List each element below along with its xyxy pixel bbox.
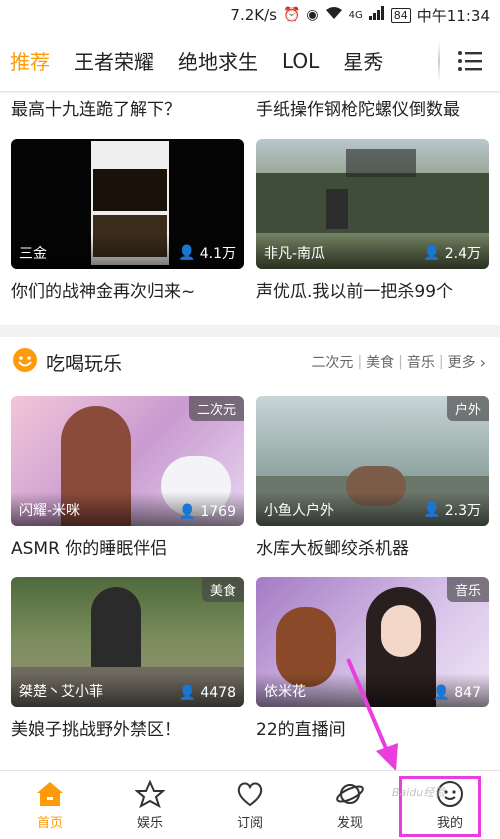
view-count: 👤 2.3万: [423, 502, 481, 519]
video-thumbnail[interactable]: 非凡-南瓜 👤 2.4万: [256, 139, 489, 269]
nav-entertainment[interactable]: 娱乐: [100, 771, 200, 839]
wifi-icon: [325, 6, 343, 24]
battery-indicator: 84: [390, 7, 411, 23]
watermark: Baidu经验: [392, 786, 446, 799]
tab-pubg[interactable]: 绝地求生: [178, 46, 258, 75]
uploader-name: 三金: [19, 246, 47, 262]
link-anime[interactable]: 二次元: [311, 352, 353, 372]
uploader-name: 桀楚丶艾小菲: [19, 684, 103, 700]
partial-card-title[interactable]: 最高十九连跪了解下？: [11, 95, 244, 120]
link-more[interactable]: 更多: [448, 352, 476, 372]
signal-icon: [368, 6, 385, 24]
section-header: 吃喝玩乐 二次元 | 美食 | 音乐 | 更多 ›: [0, 337, 500, 387]
nav-label: 发现: [336, 815, 363, 831]
clock: 中午11:34: [416, 6, 490, 25]
feed-section-food-fun: 吃喝玩乐 二次元 | 美食 | 音乐 | 更多 › 二次元 闪耀-米咪 👤 17…: [0, 337, 500, 770]
video-thumbnail[interactable]: 户外 小鱼人户外 👤 2.3万: [256, 396, 489, 526]
eye-icon: ◉: [306, 7, 319, 23]
link-food[interactable]: 美食: [366, 352, 394, 372]
video-title[interactable]: 美娘子挑战野外禁区！: [11, 715, 244, 740]
list-menu-icon: [458, 50, 482, 71]
video-card[interactable]: 非凡-南瓜 👤 2.4万 声优瓜.我以前一把杀99个: [256, 139, 489, 302]
video-card[interactable]: 户外 小鱼人户外 👤 2.3万 水库大板鲫绞杀机器: [256, 396, 489, 559]
status-bar: 7.2K/s ⏰ ◉ 4G 84 中午11:34: [0, 0, 500, 30]
uploader-name: 闪耀-米咪: [19, 503, 81, 519]
planet-icon: [336, 783, 364, 804]
tab-list: 推荐 王者荣耀 绝地求生 LOL 星秀: [0, 30, 438, 91]
category-badge: 户外: [446, 396, 489, 421]
tab-star-show[interactable]: 星秀: [343, 46, 383, 75]
view-count: 👤 2.4万: [423, 245, 481, 262]
nav-subscribe[interactable]: 订阅: [200, 771, 300, 839]
nav-home[interactable]: 首页: [0, 771, 100, 839]
nav-label: 首页: [36, 815, 63, 831]
person-icon: 👤: [423, 502, 441, 518]
uploader-name: 依米花: [264, 684, 306, 700]
video-thumbnail[interactable]: 二次元 闪耀-米咪 👤 1769: [11, 396, 244, 526]
partial-card-title[interactable]: 手纸操作钢枪陀螺仪倒数最: [256, 95, 496, 120]
video-card[interactable]: 美食 桀楚丶艾小菲 👤 4478 美娘子挑战野外禁区！: [11, 577, 244, 740]
uploader-name: 小鱼人户外: [264, 503, 334, 519]
person-icon: 👤: [178, 685, 197, 701]
video-title[interactable]: 你们的战神金再次归来~: [11, 277, 244, 302]
signal-type: 4G: [348, 9, 363, 21]
chevron-right-icon[interactable]: ›: [480, 353, 486, 372]
video-thumbnail[interactable]: 三金 👤 4.1万: [11, 139, 244, 269]
section-links: 二次元 | 美食 | 音乐 | 更多 ›: [311, 352, 486, 372]
category-tab-bar: 推荐 王者荣耀 绝地求生 LOL 星秀: [0, 30, 500, 92]
menu-button[interactable]: [440, 30, 500, 91]
tab-lol[interactable]: LOL: [282, 49, 319, 73]
person-icon: 👤: [432, 685, 451, 701]
nav-discover[interactable]: 发现: [300, 771, 400, 839]
tab-recommend[interactable]: 推荐: [10, 46, 50, 75]
network-speed: 7.2K/s: [230, 6, 277, 24]
video-title[interactable]: 声优瓜.我以前一把杀99个: [256, 277, 489, 302]
star-icon: [135, 779, 165, 808]
nav-label: 订阅: [236, 815, 263, 831]
view-count: 👤 4.1万: [178, 245, 236, 262]
uploader-name: 非凡-南瓜: [264, 246, 326, 262]
smile-icon: [12, 347, 38, 377]
alarm-icon: ⏰: [282, 7, 301, 23]
video-card[interactable]: 二次元 闪耀-米咪 👤 1769 ASMR 你的睡眠伴侣: [11, 396, 244, 559]
view-count: 👤 4478: [178, 685, 236, 701]
category-badge: 音乐: [446, 577, 489, 602]
person-icon: 👤: [178, 504, 197, 520]
tab-honor-of-kings[interactable]: 王者荣耀: [74, 46, 154, 75]
feed-scroll-area[interactable]: 最高十九连跪了解下？ 手纸操作钢枪陀螺仪倒数最 三金 👤 4.1万 你们的战神金…: [0, 93, 500, 770]
view-count: 👤 847: [432, 685, 481, 701]
section-title: 吃喝玩乐: [46, 352, 123, 375]
feed-section-top: 最高十九连跪了解下？ 手纸操作钢枪陀螺仪倒数最 三金 👤 4.1万 你们的战神金…: [0, 93, 500, 325]
link-music[interactable]: 音乐: [407, 352, 435, 372]
heart-icon: [237, 782, 263, 806]
video-title[interactable]: 水库大板鲫绞杀机器: [256, 534, 489, 559]
video-thumbnail[interactable]: 美食 桀楚丶艾小菲 👤 4478: [11, 577, 244, 707]
video-card[interactable]: 三金 👤 4.1万 你们的战神金再次归来~: [11, 139, 244, 302]
person-icon: 👤: [178, 245, 196, 261]
category-badge: 美食: [201, 577, 244, 602]
person-icon: 👤: [423, 245, 441, 261]
video-title[interactable]: ASMR 你的睡眠伴侣: [11, 534, 244, 559]
nav-label: 娱乐: [136, 815, 163, 831]
annotation-arrow: [346, 658, 398, 770]
category-badge: 二次元: [188, 396, 244, 421]
view-count: 👤 1769: [178, 504, 236, 520]
home-icon: [37, 781, 63, 806]
